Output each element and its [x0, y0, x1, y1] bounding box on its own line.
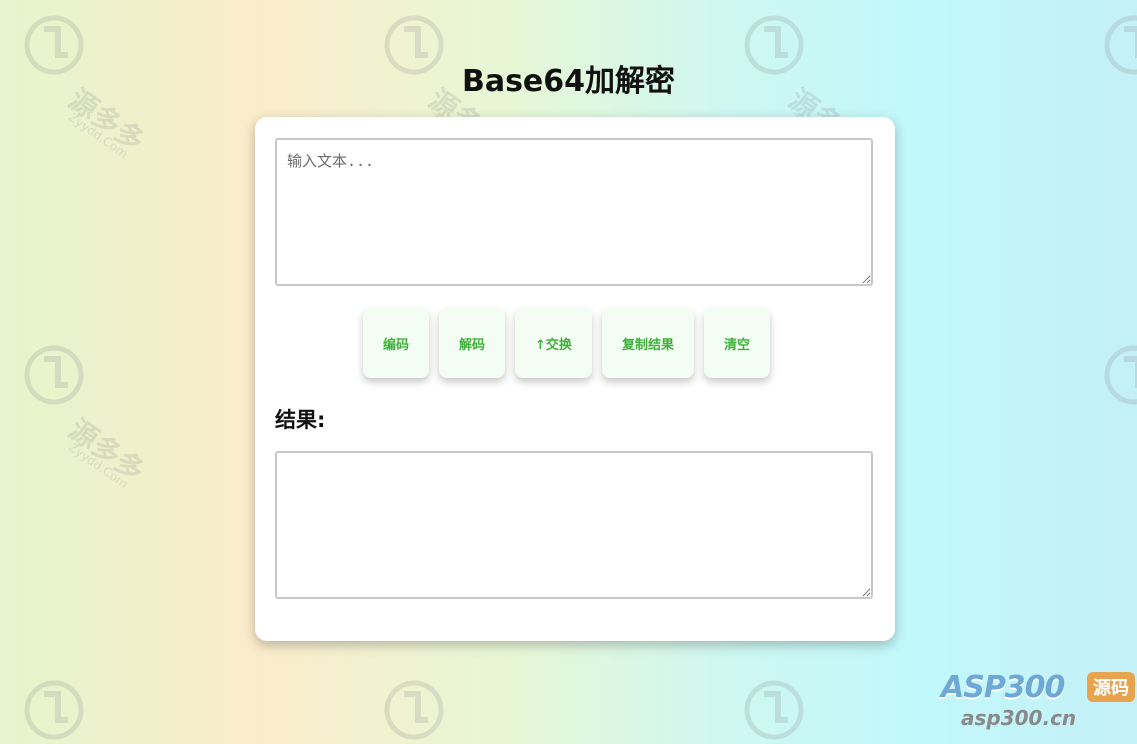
watermark	[1100, 345, 1137, 505]
watermark-logo-icon	[24, 680, 84, 740]
result-textarea[interactable]	[275, 451, 873, 599]
brand-main-text: ASP300	[941, 670, 1065, 705]
brand-logo: ASP300 源码 asp300.cn	[935, 670, 1135, 736]
action-button-row: 编码 解码 ↑交换 复制结果 清空	[363, 308, 770, 378]
watermark	[740, 680, 920, 744]
watermark-logo-icon	[24, 345, 84, 405]
decode-button[interactable]: 解码	[439, 308, 506, 378]
encode-button[interactable]: 编码	[363, 308, 430, 378]
swap-button[interactable]: ↑交换	[515, 308, 592, 378]
main-card: 编码 解码 ↑交换 复制结果 清空 结果:	[255, 117, 895, 641]
watermark-logo-icon	[1104, 345, 1137, 405]
watermark-logo-icon	[384, 680, 444, 740]
watermark	[380, 680, 560, 744]
watermark: 源多多 Zyydd.Com	[20, 345, 200, 505]
brand-badge: 源码	[1087, 672, 1135, 702]
clear-button[interactable]: 清空	[703, 308, 770, 378]
watermark	[20, 680, 200, 744]
copy-result-button[interactable]: 复制结果	[601, 308, 694, 378]
input-textarea[interactable]	[275, 138, 873, 286]
result-label: 结果:	[275, 408, 326, 432]
brand-sub-text: asp300.cn	[961, 706, 1077, 730]
page-title: Base64加解密	[461, 64, 676, 99]
watermark-logo-icon	[744, 680, 804, 740]
